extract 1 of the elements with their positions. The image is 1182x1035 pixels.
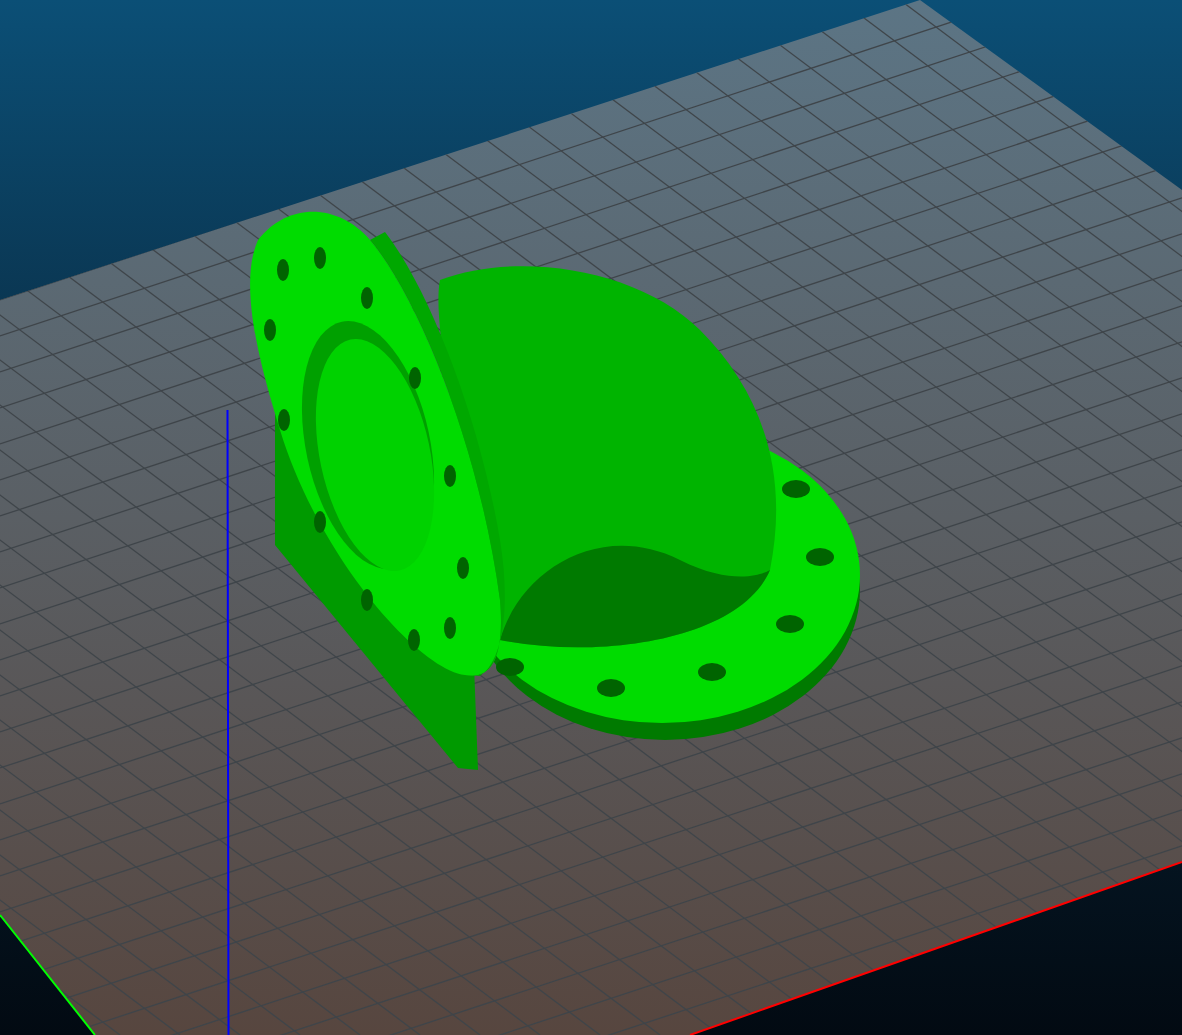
3d-viewport[interactable] [0,0,1182,1035]
